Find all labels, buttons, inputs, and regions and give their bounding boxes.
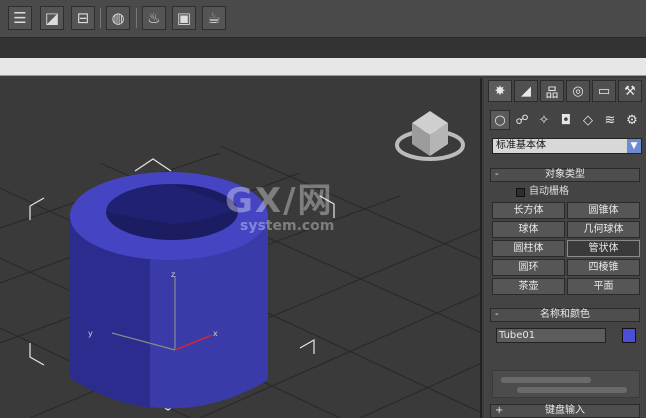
keyboard-entry-rollout-header[interactable]: + 键盘输入 (490, 404, 640, 418)
create-icon[interactable]: ✸ (488, 80, 512, 102)
sphere-button[interactable]: 球体 (492, 221, 565, 238)
category-dropdown-value: 标准基本体 (496, 140, 546, 151)
object-type-buttons: 长方体 圆锥体 球体 几何球体 圆柱体 管状体 圆环 四棱锥 茶壶 平面 (492, 202, 640, 295)
ribbon-area (0, 58, 646, 76)
utilities-icon[interactable]: ⚒ (618, 80, 642, 102)
command-panel: ✸ ◢ 品 ◎ ▭ ⚒ ○ ☍ ✧ ◘ ◇ ≋ ⚙ 标准基本体 ▼ - 对象类型… (484, 78, 646, 418)
cylinder-button[interactable]: 圆柱体 (492, 240, 565, 257)
keyboard-entry-title: 键盘输入 (545, 405, 585, 416)
autogrid-checkbox[interactable] (516, 187, 525, 197)
creation-method-rollout (492, 370, 640, 398)
ribbon-strip (0, 38, 646, 58)
object-type-rollout-header[interactable]: - 对象类型 (490, 168, 640, 182)
object-type-title: 对象类型 (545, 169, 585, 180)
pyramid-button[interactable]: 四棱锥 (567, 259, 640, 276)
toolbar-separator (136, 8, 137, 28)
command-panel-tabs: ✸ ◢ 品 ◎ ▭ ⚒ (488, 80, 644, 104)
rollout-collapse-sign: - (495, 309, 499, 320)
category-dropdown[interactable]: 标准基本体 ▼ (492, 138, 642, 154)
display-icon[interactable]: ▭ (592, 80, 616, 102)
box-button[interactable]: 长方体 (492, 202, 565, 219)
toolbar-separator (100, 8, 101, 28)
torus-button[interactable]: 圆环 (492, 259, 565, 276)
cone-button[interactable]: 圆锥体 (567, 202, 640, 219)
autogrid-label: 自动栅格 (529, 186, 569, 197)
cameras-icon[interactable]: ◘ (556, 110, 576, 130)
lights-icon[interactable]: ✧ (534, 110, 554, 130)
render-setup-icon[interactable]: ♨ (142, 6, 166, 30)
modify-icon[interactable]: ◢ (514, 80, 538, 102)
name-color-rollout-header[interactable]: - 名称和颜色 (490, 308, 640, 322)
autogrid-option[interactable]: 自动栅格 (516, 186, 569, 198)
motion-icon[interactable]: ◎ (566, 80, 590, 102)
tube-button[interactable]: 管状体 (567, 240, 640, 257)
geometry-icon[interactable]: ○ (490, 110, 510, 130)
schematic-view-icon[interactable]: ⊟ (71, 6, 95, 30)
perspective-viewport[interactable]: z x y GX/网 system.com (0, 78, 482, 418)
chevron-down-icon[interactable]: ▼ (627, 139, 641, 153)
hierarchy-icon[interactable]: 品 (540, 80, 564, 102)
object-color-swatch[interactable] (622, 328, 636, 343)
teapot-button[interactable]: 茶壶 (492, 278, 565, 295)
shapes-icon[interactable]: ☍ (512, 110, 532, 130)
layer-manager-icon[interactable]: ☰ (8, 6, 32, 30)
viewport-scene: z x y (0, 111, 480, 418)
rollout-expand-sign: + (495, 405, 504, 416)
object-name-input[interactable]: Tube01 (496, 328, 606, 343)
helpers-icon[interactable]: ◇ (578, 110, 598, 130)
viewcube-icon (395, 111, 465, 161)
create-subtabs: ○ ☍ ✧ ◘ ◇ ≋ ⚙ (490, 110, 642, 132)
rendered-frame-icon[interactable]: ▣ (172, 6, 196, 30)
plane-button[interactable]: 平面 (567, 278, 640, 295)
material-editor-icon[interactable]: ◍ (106, 6, 130, 30)
axis-z-label: z (171, 270, 175, 279)
rollout-collapse-sign: - (495, 169, 499, 180)
watermark-domain: system.com (240, 218, 335, 234)
axis-y-label: y (88, 329, 93, 338)
curve-editor-icon[interactable]: ◪ (40, 6, 64, 30)
systems-icon[interactable]: ⚙ (622, 110, 642, 130)
main-toolbar: ☰ ◪ ⊟ ◍ ♨ ▣ ☕ (0, 0, 646, 38)
axis-x-label: x (213, 329, 218, 338)
watermark-logo: GX/网 (225, 181, 334, 221)
max-window: ☰ ◪ ⊟ ◍ ♨ ▣ ☕ z x y GX/网 system.com ✸ ◢ … (0, 0, 646, 418)
name-color-title: 名称和颜色 (540, 309, 590, 320)
spacewarps-icon[interactable]: ≋ (600, 110, 620, 130)
render-production-icon[interactable]: ☕ (202, 6, 226, 30)
geosphere-button[interactable]: 几何球体 (567, 221, 640, 238)
